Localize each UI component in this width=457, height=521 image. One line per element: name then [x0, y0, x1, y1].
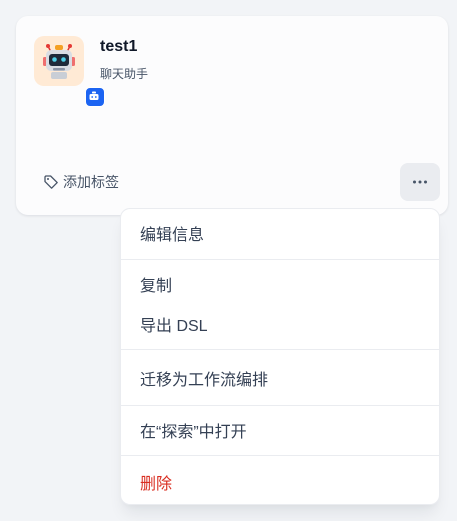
menu-divider — [121, 259, 439, 260]
more-button[interactable] — [400, 163, 440, 201]
more-horizontal-icon — [413, 180, 427, 184]
tag-icon — [44, 175, 58, 189]
menu-item-duplicate[interactable]: 复制 — [121, 266, 439, 302]
menu-item-export-dsl[interactable]: 导出 DSL — [121, 306, 439, 342]
menu-divider — [121, 349, 439, 350]
menu-item-delete[interactable]: 删除 — [121, 464, 439, 500]
chatbot-type-badge — [85, 87, 105, 107]
app-mode-label: 聊天助手 — [100, 67, 149, 81]
robot-emoji-icon — [43, 44, 75, 79]
add-tag-label: 添加标签 — [63, 174, 119, 190]
app-name: test1 — [100, 38, 138, 55]
app-actions-menu: 编辑信息 复制 导出 DSL 迁移为工作流编排 在“探索”中打开 删除 — [120, 208, 440, 505]
menu-item-open-in-explore[interactable]: 在“探索”中打开 — [121, 412, 439, 448]
menu-divider — [121, 455, 439, 456]
app-card[interactable]: test1 聊天助手 添加标签 — [16, 16, 448, 215]
chatbot-icon — [89, 91, 99, 100]
menu-item-switch-to-workflow[interactable]: 迁移为工作流编排 — [121, 360, 439, 396]
app-icon — [34, 36, 105, 107]
add-tag-button[interactable]: 添加标签 — [43, 173, 119, 191]
menu-item-edit-info[interactable]: 编辑信息 — [121, 215, 439, 251]
menu-divider — [121, 405, 439, 406]
